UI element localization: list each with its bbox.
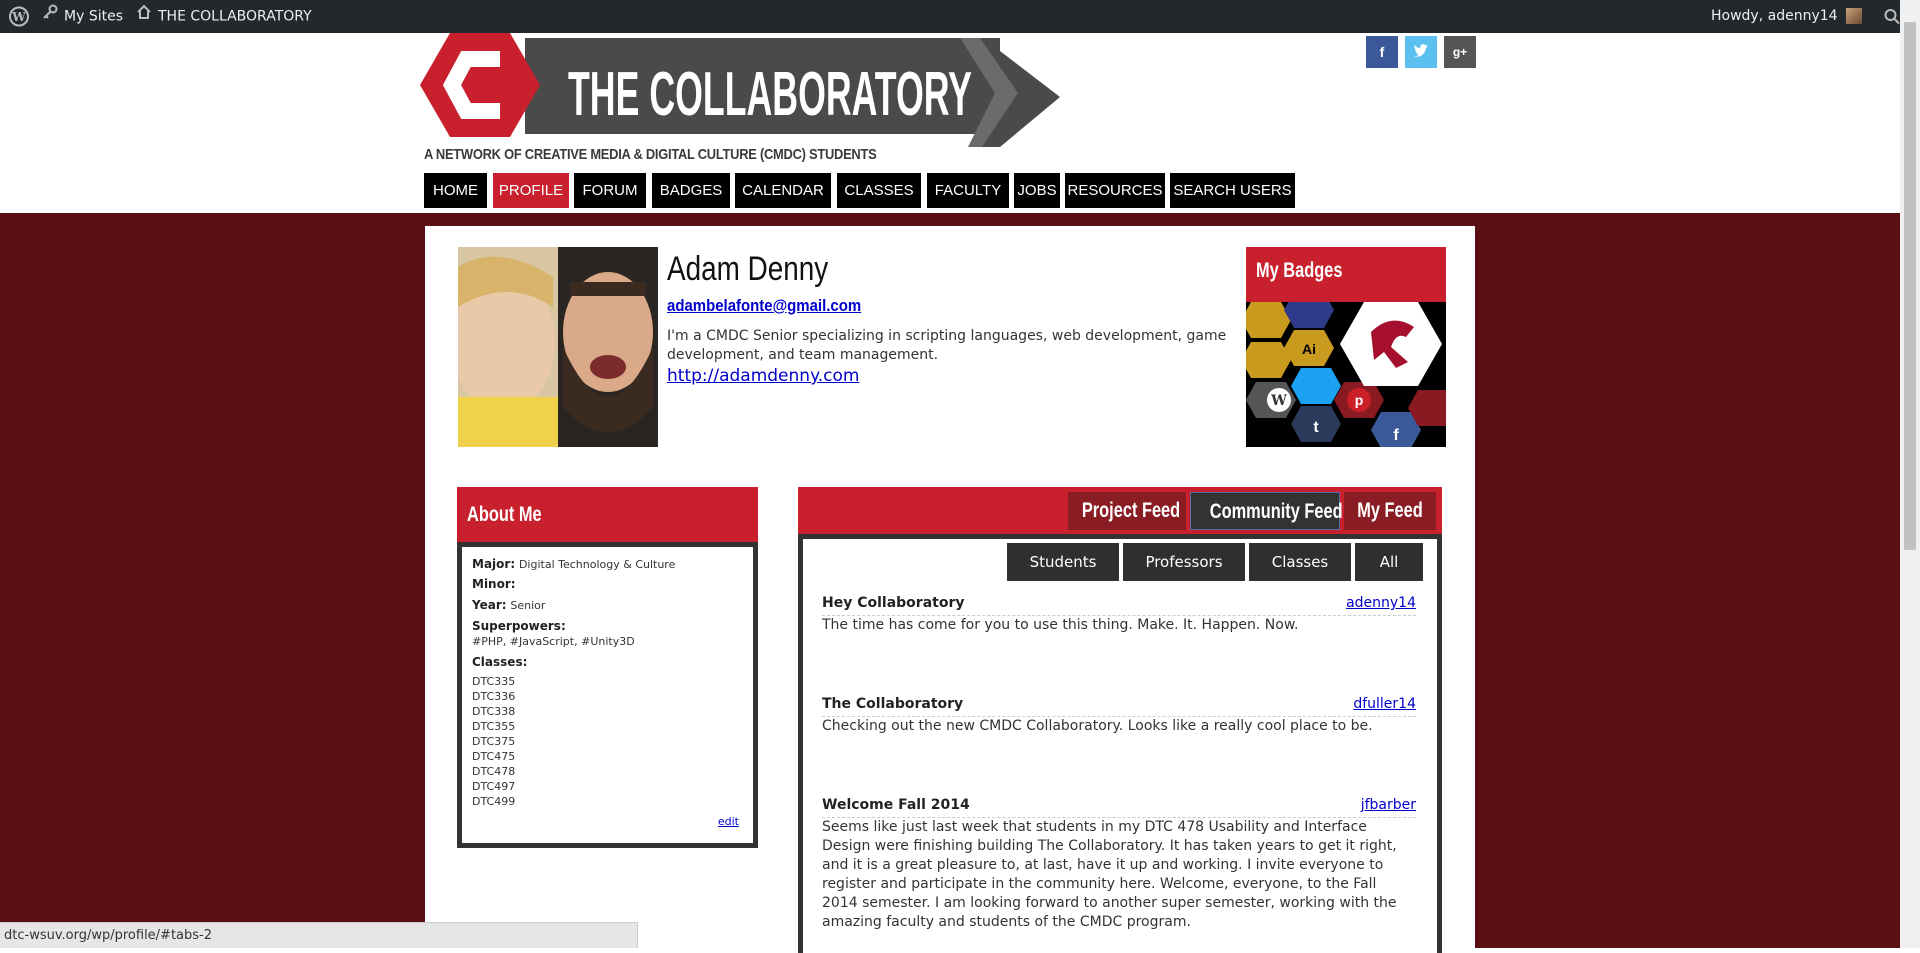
logo-text: THE COLLABORATORY xyxy=(568,60,972,129)
site-name-label: THE COLLABORATORY xyxy=(158,8,312,25)
about-title: About Me xyxy=(467,503,542,526)
nav-jobs[interactable]: JOBS xyxy=(1014,173,1060,208)
google-plus-icon[interactable]: g+ xyxy=(1444,36,1476,68)
home-icon xyxy=(136,0,152,33)
about-minor: Minor: xyxy=(472,577,516,591)
nav-home[interactable]: HOME xyxy=(424,173,487,208)
about-classes-label: Classes: xyxy=(472,655,528,669)
feed-post: Hey Collaboratory adenny14 The time has … xyxy=(822,595,1416,655)
class-item: DTC336 xyxy=(472,690,516,703)
my-sites-label: My Sites xyxy=(64,8,123,25)
post-body: Seems like just last week that students … xyxy=(822,819,1397,930)
feed-post: The Collaboratory dfuller14 Checking out… xyxy=(822,696,1416,756)
collaboratory-logo[interactable]: THE COLLABORATORY xyxy=(420,33,1060,148)
svg-text:W: W xyxy=(1270,393,1287,409)
profile-bio: I'm a CMDC Senior specializing in script… xyxy=(667,328,1227,363)
about-box: Major: Digital Technology & Culture Mino… xyxy=(457,542,758,848)
class-item: DTC335 xyxy=(472,675,516,688)
tab-project-feed[interactable]: Project Feed xyxy=(1068,492,1186,530)
edit-about-link[interactable]: edit xyxy=(718,815,739,828)
class-item: DTC355 xyxy=(472,720,516,733)
scrollbar-thumb[interactable] xyxy=(1904,22,1916,550)
feed-box: Students Professors Classes All Hey Coll… xyxy=(798,534,1442,953)
nav-search-users[interactable]: SEARCH USERS xyxy=(1170,173,1295,208)
nav-badges[interactable]: BADGES xyxy=(652,173,730,208)
svg-text:p: p xyxy=(1355,392,1364,408)
profile-email-link[interactable]: adambelafonte@gmail.com xyxy=(667,296,861,316)
post-title: Welcome Fall 2014 xyxy=(822,797,970,813)
about-me-widget: About Me Major: Digital Technology & Cul… xyxy=(457,487,758,848)
class-item: DTC338 xyxy=(472,705,516,718)
howdy-label: Howdy, adenny14 xyxy=(1711,8,1838,24)
account-menu[interactable]: Howdy, adenny14 xyxy=(1711,0,1868,33)
avatar xyxy=(1846,8,1862,24)
my-badges-widget: My Badges Ai W t p f xyxy=(1246,247,1446,447)
about-major: Major: Digital Technology & Culture xyxy=(472,557,676,571)
site-tagline: A NETWORK OF CREATIVE MEDIA & DIGITAL CU… xyxy=(424,146,877,163)
key-icon xyxy=(42,0,58,33)
feed-tabs: Project Feed Community Feed My Feed xyxy=(798,487,1442,534)
nav-calendar[interactable]: CALENDAR xyxy=(735,173,831,208)
my-sites-menu[interactable]: My Sites xyxy=(42,0,123,33)
wordpress-logo-icon[interactable]: W xyxy=(8,0,30,33)
class-item: DTC497 xyxy=(472,780,516,793)
badges-title: My Badges xyxy=(1256,259,1343,282)
post-title: Hey Collaboratory xyxy=(822,595,965,611)
svg-text:W: W xyxy=(11,10,26,24)
post-body: Checking out the new CMDC Collaboratory.… xyxy=(822,718,1373,734)
feed-widget: Project Feed Community Feed My Feed Stud… xyxy=(798,487,1442,953)
about-year: Year: Senior xyxy=(472,598,546,612)
class-item: DTC375 xyxy=(472,735,516,748)
subtab-students[interactable]: Students xyxy=(1007,543,1119,581)
profile-name: Adam Denny xyxy=(667,250,829,288)
class-item: DTC499 xyxy=(472,795,516,808)
feed-post: Welcome Fall 2014 jfbarber Seems like ju… xyxy=(822,797,1416,947)
subtab-professors[interactable]: Professors xyxy=(1123,543,1245,581)
browser-status-bar: dtc-wsuv.org/wp/profile/#tabs-2 xyxy=(0,922,638,948)
svg-text:t: t xyxy=(1313,419,1319,436)
facebook-icon[interactable]: f xyxy=(1366,36,1398,68)
class-item: DTC475 xyxy=(472,750,516,763)
subtab-classes[interactable]: Classes xyxy=(1249,543,1351,581)
about-header: About Me xyxy=(457,487,758,542)
profile-photo xyxy=(458,247,658,447)
nav-forum[interactable]: FORUM xyxy=(574,173,646,208)
post-author-link[interactable]: jfbarber xyxy=(1361,797,1416,813)
post-author-link[interactable]: dfuller14 xyxy=(1353,696,1416,712)
badges-header: My Badges xyxy=(1246,247,1446,302)
nav-faculty[interactable]: FACULTY xyxy=(927,173,1009,208)
subtab-all[interactable]: All xyxy=(1355,543,1423,581)
tab-my-feed[interactable]: My Feed xyxy=(1344,492,1436,530)
about-superpowers-label: Superpowers: xyxy=(472,619,566,633)
admin-bar: W My Sites THE COLLABORATORY Howdy, aden… xyxy=(0,0,1920,33)
profile-website-link[interactable]: http://adamdenny.com xyxy=(667,366,859,386)
class-item: DTC478 xyxy=(472,765,516,778)
nav-classes[interactable]: CLASSES xyxy=(837,173,921,208)
badges-grid[interactable]: Ai W t p f xyxy=(1246,302,1446,447)
post-author-link[interactable]: adenny14 xyxy=(1346,595,1416,611)
site-name-menu[interactable]: THE COLLABORATORY xyxy=(136,0,312,33)
post-title: The Collaboratory xyxy=(822,696,964,712)
tab-community-feed[interactable]: Community Feed xyxy=(1190,492,1343,530)
page-scrollbar[interactable] xyxy=(1900,0,1920,948)
svg-text:f: f xyxy=(1393,427,1399,444)
nav-resources[interactable]: RESOURCES xyxy=(1065,173,1165,208)
svg-text:Ai: Ai xyxy=(1302,341,1316,357)
post-body: The time has come for you to use this th… xyxy=(822,617,1299,633)
nav-profile[interactable]: PROFILE xyxy=(493,173,569,208)
twitter-icon[interactable] xyxy=(1405,36,1437,68)
site-header: THE COLLABORATORY A NETWORK OF CREATIVE … xyxy=(0,33,1900,213)
about-superpowers: #PHP, #JavaScript, #Unity3D xyxy=(472,635,635,648)
